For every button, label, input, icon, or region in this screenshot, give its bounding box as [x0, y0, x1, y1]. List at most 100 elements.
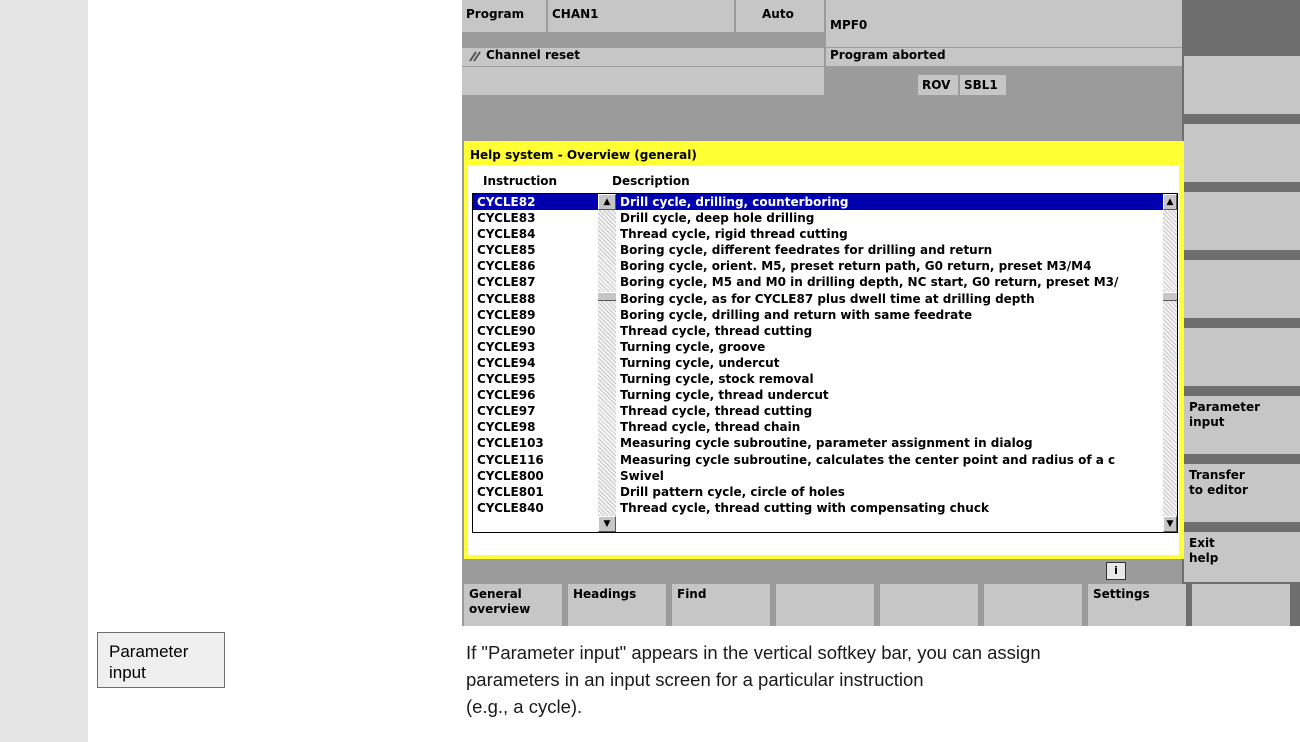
list-item[interactable]: CYCLE89	[473, 307, 598, 323]
list-item[interactable]: CYCLE116	[473, 452, 598, 468]
list-item[interactable]: Boring cycle, different feedrates for dr…	[616, 242, 1163, 258]
list-item[interactable]: Turning cycle, undercut	[616, 355, 1163, 371]
instruction-list[interactable]: CYCLE82 CYCLE83 CYCLE84 CYCLE85 CYCLE86 …	[472, 193, 1178, 533]
help-content: Instruction Description CYCLE82 CYCLE83 …	[468, 165, 1179, 555]
list-item[interactable]: CYCLE86	[473, 258, 598, 274]
list-item[interactable]: CYCLE103	[473, 435, 598, 451]
find-softkey[interactable]: Find	[672, 584, 770, 626]
list-item[interactable]: Measuring cycle subroutine, parameter as…	[616, 435, 1163, 451]
list-item[interactable]: CYCLE94	[473, 355, 598, 371]
channel-status: Channel reset	[462, 48, 824, 66]
scroll-up-arrow-icon[interactable]: ▲	[1163, 194, 1177, 210]
channel-name: CHAN1	[548, 0, 734, 32]
list-item[interactable]: Drill cycle, deep hole drilling	[616, 210, 1163, 226]
hmi-screen: Program CHAN1 Auto MPF0 Channel reset Pr…	[462, 0, 1300, 626]
channel-reset-icon	[468, 49, 482, 62]
list-item[interactable]: Measuring cycle subroutine, calculates t…	[616, 452, 1163, 468]
scroll-thumb[interactable]	[598, 292, 616, 301]
list-item[interactable]: CYCLE85	[473, 242, 598, 258]
list-item[interactable]: CYCLE97	[473, 403, 598, 419]
softkey-label: Exit	[1189, 536, 1215, 550]
channel-status-text: Channel reset	[486, 48, 581, 62]
program-name: MPF0	[826, 0, 1182, 47]
scroll-down-arrow-icon[interactable]: ▼	[598, 516, 616, 532]
list-item-selected[interactable]: CYCLE82	[473, 194, 598, 211]
list-item[interactable]: Turning cycle, thread undercut	[616, 387, 1163, 403]
headings-softkey[interactable]: Headings	[568, 584, 666, 626]
list-item[interactable]: Swivel	[616, 468, 1163, 484]
help-title: Help system - Overview (general)	[470, 148, 697, 162]
list-item[interactable]: Thread cycle, thread cutting	[616, 403, 1163, 419]
list-item[interactable]: CYCLE84	[473, 226, 598, 242]
list-item[interactable]: Turning cycle, stock removal	[616, 371, 1163, 387]
list-item[interactable]: CYCLE93	[473, 339, 598, 355]
list-item[interactable]: Thread cycle, rigid thread cutting	[616, 226, 1163, 242]
list-item[interactable]: CYCLE95	[473, 371, 598, 387]
list-item[interactable]: Drill pattern cycle, circle of holes	[616, 484, 1163, 500]
vertical-softkey-5[interactable]	[1184, 328, 1300, 386]
parameter-input-softkey-illustration: Parameter input	[97, 632, 225, 688]
scroll-down-arrow-icon[interactable]: ▼	[1163, 516, 1177, 532]
softkey-label: help	[1189, 551, 1219, 565]
horizontal-softkey-6[interactable]	[984, 584, 1082, 626]
horizontal-softkey-5[interactable]	[880, 584, 978, 626]
list-item-selected[interactable]: Drill cycle, drilling, counterboring	[616, 194, 1163, 211]
list-item[interactable]: CYCLE83	[473, 210, 598, 226]
list-item[interactable]: Thread cycle, thread cutting	[616, 323, 1163, 339]
list-item[interactable]: Turning cycle, groove	[616, 339, 1163, 355]
list-item[interactable]: CYCLE88	[473, 291, 598, 307]
description-line: parameters in an input screen for a part…	[466, 669, 924, 690]
list-item[interactable]: CYCLE800	[473, 468, 598, 484]
list-item[interactable]: CYCLE840	[473, 500, 598, 516]
instruction-column-header: Instruction	[483, 174, 558, 188]
description-scrollbar[interactable]: ▲ ▼	[1163, 194, 1177, 532]
area-label: Program	[462, 0, 546, 32]
description-column-header: Description	[612, 174, 690, 188]
list-item[interactable]: CYCLE90	[473, 323, 598, 339]
sbl-flag: SBL1	[960, 75, 1006, 95]
list-item[interactable]: Boring cycle, drilling and return with s…	[616, 307, 1163, 323]
horizontal-softkey-8[interactable]	[1192, 584, 1290, 626]
softkey-label: General	[469, 587, 522, 601]
list-item[interactable]: Boring cycle, orient. M5, preset return …	[616, 258, 1163, 274]
list-item[interactable]: Thread cycle, thread cutting with compen…	[616, 500, 1163, 516]
description-line: If "Parameter input" appears in the vert…	[466, 642, 1041, 663]
parameter-input-softkey[interactable]: Parameter input	[1184, 396, 1300, 454]
vertical-softkey-4[interactable]	[1184, 260, 1300, 318]
status-line	[462, 67, 824, 95]
description-line: (e.g., a cycle).	[466, 696, 583, 717]
list-item[interactable]: Boring cycle, M5 and M0 in drilling dept…	[616, 274, 1163, 290]
side-button-line2: input	[109, 663, 146, 682]
softkey-label: Parameter	[1189, 400, 1261, 414]
scroll-thumb[interactable]	[1163, 292, 1177, 301]
list-item[interactable]: CYCLE87	[473, 274, 598, 290]
softkey-label: overview	[469, 602, 531, 616]
rov-flag: ROV	[918, 75, 958, 95]
horizontal-softkey-4[interactable]	[776, 584, 874, 626]
help-panel: Help system - Overview (general) Instruc…	[464, 141, 1184, 559]
info-key[interactable]: i	[1106, 562, 1126, 580]
scroll-up-arrow-icon[interactable]: ▲	[598, 194, 616, 210]
list-item[interactable]: Boring cycle, as for CYCLE87 plus dwell …	[616, 291, 1163, 307]
softkey-label: to editor	[1189, 483, 1248, 497]
list-item[interactable]: CYCLE98	[473, 419, 598, 435]
instruction-column: CYCLE82 CYCLE83 CYCLE84 CYCLE85 CYCLE86 …	[473, 194, 598, 532]
side-button-line1: Parameter	[109, 642, 189, 661]
general-overview-softkey[interactable]: General overview	[464, 584, 562, 626]
description-column: Drill cycle, drilling, counterboring Dri…	[616, 194, 1163, 532]
transfer-to-editor-softkey[interactable]: Transfer to editor	[1184, 464, 1300, 522]
instruction-scrollbar[interactable]: ▲ ▼	[598, 194, 616, 532]
vertical-softkey-2[interactable]	[1184, 124, 1300, 182]
vertical-softkey-1[interactable]	[1184, 56, 1300, 114]
operating-mode: Auto	[736, 0, 824, 32]
program-status: Program aborted	[826, 48, 1182, 66]
list-item[interactable]: CYCLE96	[473, 387, 598, 403]
softkey-label: Transfer	[1189, 468, 1245, 482]
exit-help-softkey[interactable]: Exit help	[1184, 532, 1300, 582]
description-text: If "Parameter input" appears in the vert…	[466, 639, 1300, 720]
margin-strip	[0, 0, 88, 742]
vertical-softkey-3[interactable]	[1184, 192, 1300, 250]
settings-softkey[interactable]: Settings	[1088, 584, 1186, 626]
list-item[interactable]: Thread cycle, thread chain	[616, 419, 1163, 435]
list-item[interactable]: CYCLE801	[473, 484, 598, 500]
